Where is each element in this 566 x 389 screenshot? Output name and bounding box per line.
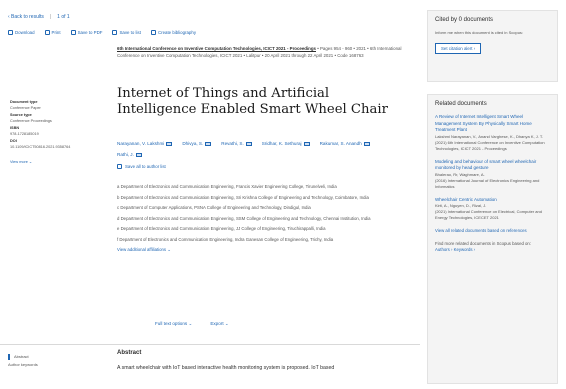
author-list-icon [117, 164, 122, 169]
affiliation-item: e Department of Electronics and Communic… [117, 226, 326, 231]
abstract-text: A smart wheelchair with IoT based intera… [117, 365, 335, 371]
author-link[interactable]: Dhivya, S. [182, 138, 212, 149]
author-list: Narayanan, V. Lakshmi Dhivya, S. Revathi… [117, 138, 377, 160]
email-icon[interactable] [245, 141, 252, 146]
related-document-authors: Lakshmi Narayanan, V., Anand Varghese, K… [435, 133, 543, 139]
back-to-results-link[interactable]: ‹ Back to results [8, 14, 44, 20]
source-title-link[interactable]: 6th International Conference on Inventiv… [117, 46, 316, 51]
cited-by-heading: Cited by 0 documents [435, 17, 494, 23]
nav-abstract-label: Abstract [14, 354, 29, 359]
author-link[interactable]: Narayanan, V. Lakshmi [117, 138, 173, 149]
related-document-item: Modeling and behaviour of smart wheel wh… [435, 159, 550, 190]
meta-value-source-type: Conference Proceedings [10, 118, 52, 123]
view-additional-affiliations-link[interactable]: View additional affiliations ⌄ [117, 246, 407, 253]
email-icon[interactable] [205, 141, 212, 146]
save-to-list-button[interactable]: Save to list [112, 30, 141, 35]
email-icon[interactable] [166, 141, 173, 146]
export-button[interactable]: Export ⌄ [210, 321, 228, 327]
related-documents-panel: Related documents A Review of Internet I… [427, 94, 558, 384]
save-list-label: Save to list [119, 30, 141, 35]
abstract-heading: Abstract [117, 350, 142, 356]
create-bibliography-button[interactable]: Create bibliography [150, 30, 197, 35]
meta-value-document-type: Conference Paper [10, 105, 41, 110]
affiliation-item: f Department of Electronics and Communic… [117, 236, 334, 242]
related-document-source: (2016) International Journal of Electron… [435, 177, 540, 189]
email-icon[interactable] [363, 141, 370, 146]
bibliography-label: Create bibliography [157, 30, 197, 35]
author-name: Narayanan, V. Lakshmi [117, 141, 165, 146]
nav-author-keywords[interactable]: Author keywords [8, 361, 38, 369]
affiliations: a Department of Electronics and Communic… [117, 183, 407, 253]
active-indicator [8, 353, 10, 360]
related-document-item: A Review of Internet Intelligent Smart W… [435, 114, 550, 152]
email-icon[interactable] [303, 141, 310, 146]
document-title: Internet of Things and Artificial Intell… [117, 86, 388, 117]
related-document-title[interactable]: Modeling and behaviour of smart wheel wh… [435, 159, 550, 172]
author-name: Rakumar, S. Anandh [319, 141, 362, 146]
affiliation-item: b Department of Electronics and Communic… [117, 194, 369, 200]
document-metadata: Document type Conference Paper Source ty… [10, 100, 85, 166]
download-button[interactable]: Download [8, 30, 35, 35]
author-link[interactable]: Rathi, J. [117, 149, 142, 160]
related-document-source: (2021) International Conference on Elect… [435, 209, 542, 220]
print-icon [44, 30, 50, 35]
download-label: Download [15, 30, 35, 35]
cited-by-description: Inform me when this document is cited in… [435, 30, 524, 35]
author-name: Revathi, S. [221, 141, 244, 146]
print-button[interactable]: Print [44, 30, 61, 35]
related-document-title[interactable]: A Review of Internet Intelligent Smart W… [435, 114, 550, 134]
save-authors-link[interactable]: Save all to author list [117, 164, 166, 169]
download-icon [8, 30, 13, 35]
related-document-item: Wheelchair Centric Automation Kirti, A.,… [435, 197, 550, 222]
author-name: Sridhar, K. Sethuraj [261, 141, 302, 146]
view-all-related-link[interactable]: View all related documents based on refe… [435, 228, 550, 235]
nav-author-keywords-label: Author keywords [8, 362, 38, 367]
author-link[interactable]: Rakumar, S. Anandh [320, 138, 370, 149]
related-document-source: (2021) 6th International Conference on I… [435, 139, 545, 151]
set-citation-alert-button[interactable]: Set citation alert › [435, 43, 482, 54]
cited-by-panel: Cited by 0 documents Inform me when this… [427, 10, 558, 82]
affiliation-item: c Department of Computer Applications, P… [117, 205, 311, 210]
top-navigation: ‹ Back to results | 1 of 1 [8, 14, 70, 20]
related-documents-heading: Related documents [435, 101, 487, 107]
full-text-bar: Full text options ⌄ Export ⌄ [155, 321, 229, 327]
full-text-options-button[interactable]: Full text options ⌄ [155, 321, 192, 327]
save-authors-label: Save all to author list [125, 164, 166, 169]
section-navigation: Abstract Author keywords [8, 353, 38, 369]
nav-abstract[interactable]: Abstract [8, 353, 38, 361]
affiliation-item: d Department of Electronics and Communic… [117, 215, 371, 221]
view-more-metadata-link[interactable]: View more ⌄ [10, 160, 85, 166]
document-actions-toolbar: Download Print Save to PDF Save to list … [8, 30, 196, 35]
meta-value-doi: 10.1109/ICICT50816.2021.9358764 [10, 144, 71, 149]
print-label: Print [51, 30, 61, 35]
author-name: Dhivya, S. [182, 141, 204, 146]
source-info: 6th International Conference on Inventiv… [117, 45, 412, 59]
save-list-icon [112, 30, 118, 35]
affiliation-item: a Department of Electronics and Communic… [117, 184, 337, 189]
author-name: Rathi, J. [117, 152, 134, 157]
author-link[interactable]: Sridhar, K. Sethuraj [262, 138, 310, 149]
result-position: 1 of 1 [57, 14, 70, 20]
meta-value-isbn: 978-1728185019 [10, 131, 39, 136]
save-pdf-icon [70, 30, 76, 35]
nav-separator: | [49, 14, 52, 20]
save-pdf-button[interactable]: Save to PDF [70, 30, 103, 35]
section-divider [0, 344, 420, 345]
save-pdf-label: Save to PDF [77, 30, 103, 35]
email-icon[interactable] [135, 152, 142, 157]
related-by-links[interactable]: Authors › Keywords › [435, 247, 550, 254]
author-link[interactable]: Revathi, S. [221, 138, 252, 149]
bibliography-icon [150, 30, 156, 35]
